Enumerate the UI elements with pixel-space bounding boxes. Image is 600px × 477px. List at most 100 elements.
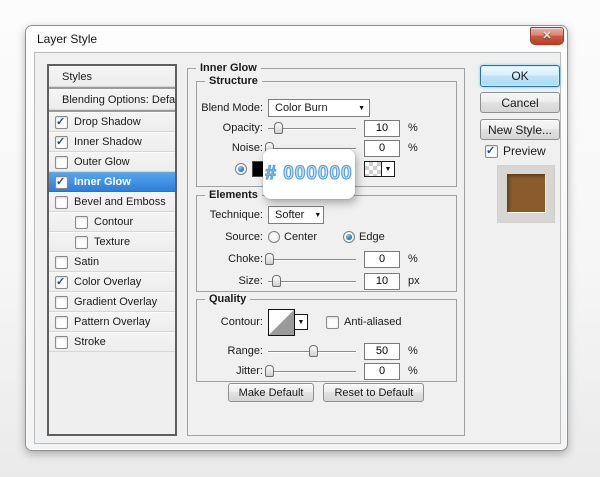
styles-header-row[interactable]: Styles [49, 66, 175, 87]
color-radio[interactable] [235, 163, 247, 175]
choke-slider[interactable] [264, 252, 356, 266]
check-icon: ✓ [56, 135, 66, 148]
jitter-row: Jitter: % [201, 362, 452, 380]
source-edge-radio[interactable] [343, 231, 356, 243]
style-item-checkbox[interactable] [55, 255, 68, 269]
style-item[interactable]: Gradient Overlay [49, 292, 175, 312]
style-item-label: Pattern Overlay [74, 316, 151, 328]
chevron-down-icon: ▼ [358, 104, 365, 112]
chevron-down-icon: ▼ [314, 211, 322, 219]
blend-mode-select[interactable]: Color Burn ▼ [268, 99, 370, 117]
style-item-checkbox[interactable] [75, 235, 88, 249]
style-item[interactable]: ✓ Color Overlay [49, 272, 175, 292]
gradient-swatch[interactable] [364, 161, 382, 177]
technique-value: Softer [275, 209, 305, 221]
gradient-picker-button[interactable]: ▼ [382, 161, 395, 177]
elements-title: Elements [205, 189, 262, 201]
style-item-label: Bevel and Emboss [74, 196, 166, 208]
preview-checkbox[interactable]: ✓ [485, 144, 498, 158]
size-input[interactable] [364, 272, 400, 290]
opacity-slider-thumb[interactable] [273, 122, 283, 134]
blending-options-row[interactable]: Blending Options: Default [49, 89, 175, 110]
source-center-radio[interactable] [268, 231, 280, 243]
style-item-checkbox[interactable] [55, 155, 68, 169]
structure-title: Structure [205, 75, 262, 87]
technique-label: Technique: [209, 209, 263, 221]
source-center-label: Center [284, 231, 318, 243]
opacity-input[interactable] [364, 119, 400, 137]
noise-unit: % [408, 142, 418, 154]
style-item-checkbox[interactable]: ✓ [55, 275, 68, 289]
opacity-row: Opacity: % [201, 119, 452, 137]
size-slider[interactable] [268, 274, 356, 288]
style-item-label: Contour [94, 216, 134, 228]
chevron-down-icon: ▼ [384, 165, 392, 173]
style-item-checkbox[interactable] [55, 295, 68, 309]
style-item-checkbox[interactable]: ✓ [55, 115, 68, 129]
style-item-checkbox[interactable] [55, 315, 68, 329]
styles-list: Styles Blending Options: Default ✓ Drop … [47, 64, 177, 436]
layer-style-dialog: Layer Style ✕ Styles Blending Options: D… [25, 25, 568, 451]
style-item[interactable]: Contour [49, 212, 175, 232]
jitter-unit: % [408, 365, 418, 377]
style-item-label: Outer Glow [74, 156, 130, 168]
jitter-slider[interactable] [264, 364, 356, 378]
style-item[interactable]: Stroke [49, 332, 175, 352]
slider-track[interactable] [268, 281, 356, 282]
style-item-checkbox[interactable]: ✓ [55, 175, 68, 189]
style-item[interactable]: Texture [49, 232, 175, 252]
preview-thumbnail [497, 165, 555, 223]
choke-slider-thumb[interactable] [264, 253, 274, 265]
style-items-container: ✓ Drop Shadow ✓ Inner Shadow Outer Glow … [49, 112, 175, 352]
noise-input[interactable] [364, 139, 400, 157]
style-item-label: Gradient Overlay [74, 296, 158, 308]
anti-aliased-checkbox[interactable] [326, 315, 339, 329]
blend-mode-row: Blend Mode: Color Burn ▼ [201, 99, 452, 117]
style-item[interactable]: ✓ Drop Shadow [49, 112, 175, 132]
ok-button[interactable]: OK [480, 65, 560, 87]
choke-row: Choke: % [201, 250, 452, 268]
opacity-slider[interactable] [268, 121, 356, 135]
style-item[interactable]: Pattern Overlay [49, 312, 175, 332]
check-icon: ✓ [56, 175, 66, 188]
jitter-input[interactable] [364, 362, 400, 380]
style-item-label: Texture [94, 236, 131, 248]
jitter-slider-thumb[interactable] [264, 365, 274, 377]
size-unit: px [408, 275, 420, 287]
style-item[interactable]: Outer Glow [49, 152, 175, 172]
titlebar[interactable]: Layer Style ✕ [26, 26, 567, 52]
range-label: Range: [227, 345, 263, 357]
contour-swatch[interactable] [268, 308, 295, 336]
check-icon: ✓ [56, 115, 66, 128]
size-label: Size: [238, 275, 263, 287]
size-row: Size: px [201, 272, 452, 290]
size-slider-thumb[interactable] [271, 275, 281, 287]
slider-track[interactable] [268, 259, 356, 260]
style-item-checkbox[interactable] [55, 335, 68, 349]
color-hex-tooltip: # 000000 [263, 149, 355, 199]
slider-track[interactable] [268, 371, 356, 372]
reset-to-default-button[interactable]: Reset to Default [323, 383, 425, 402]
style-item[interactable]: Bevel and Emboss [49, 192, 175, 212]
style-item[interactable]: ✓ Inner Shadow [49, 132, 175, 152]
close-button[interactable]: ✕ [530, 27, 564, 45]
style-item-checkbox[interactable] [55, 195, 68, 209]
source-label: Source: [225, 231, 263, 243]
range-slider-thumb[interactable] [308, 345, 318, 357]
contour-picker-button[interactable]: ▼ [295, 314, 308, 330]
style-item[interactable]: Satin [49, 252, 175, 272]
new-style-button[interactable]: New Style... [480, 119, 560, 140]
range-input[interactable] [364, 342, 400, 360]
cancel-button[interactable]: Cancel [480, 92, 560, 113]
technique-select[interactable]: Softer ▼ [268, 206, 324, 224]
choke-input[interactable] [364, 250, 400, 268]
quality-group: Quality Contour: ▼ Anti-aliased Range: 5… [196, 293, 457, 382]
range-slider[interactable] [268, 344, 356, 358]
make-default-button[interactable]: Make Default [227, 383, 315, 402]
style-item-label: Satin [74, 256, 100, 268]
style-item-checkbox[interactable]: ✓ [55, 135, 68, 149]
range-row: Range: % [201, 342, 452, 360]
style-item[interactable]: ✓ Inner Glow [49, 172, 175, 192]
style-item-checkbox[interactable] [75, 215, 88, 229]
preview-layer-swatch [507, 174, 545, 212]
